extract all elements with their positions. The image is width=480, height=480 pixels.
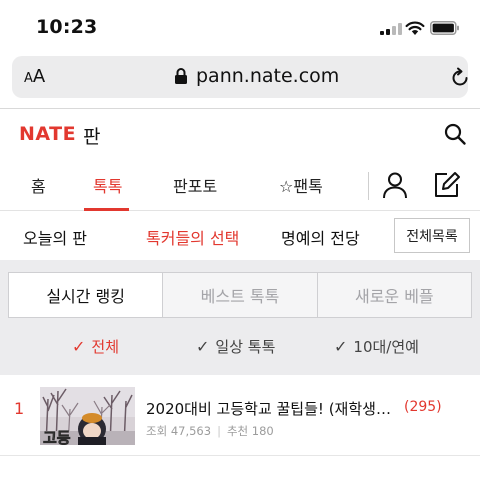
nav-fan-talk[interactable]: ☆팬톡 [279,173,323,197]
recommend-count: 추천 180 [226,424,274,438]
status-time: 10:23 [36,16,98,38]
thumbnail-image: 고등 [40,387,135,445]
meta-separator: | [217,424,221,438]
filter-all[interactable]: ✓ 전체 [72,336,119,357]
text-size-small: A [24,71,33,86]
sub-nav-today[interactable]: 오늘의 판 [23,225,87,249]
post-title[interactable]: 2020대비 고등학교 꿀팁들! (재학생도 필독!!) [146,398,402,419]
nav-pann-photo[interactable]: 판포토 [173,173,217,197]
tab-new-bepple[interactable]: 새로운 베플 [318,273,471,317]
reload-icon[interactable] [449,67,471,89]
person-icon[interactable] [382,171,408,199]
comment-count: (295) [404,399,442,415]
address-bar[interactable]: AA pann.nate.com [12,56,468,98]
filter-daily-toktok[interactable]: ✓ 일상 톡톡 [196,336,275,357]
view-count: 조회 47,563 [146,424,212,438]
url-host[interactable]: pann.nate.com [196,65,339,87]
nav-toktok[interactable]: 톡톡 [93,173,122,197]
ranking-panel: 실시간 랭킹 베스트 톡톡 새로운 베플 ✓ 전체 ✓ 일상 톡톡 ✓ 10대/… [0,260,480,375]
wifi-icon [405,21,425,35]
check-icon: ✓ [72,337,86,356]
search-icon[interactable] [443,122,467,146]
tab-realtime-ranking[interactable]: 실시간 랭킹 [9,273,164,317]
check-icon: ✓ [196,337,210,356]
tab-best-toktok[interactable]: 베스트 톡톡 [163,273,318,317]
post-thumbnail[interactable]: 고등 [40,387,135,445]
ranking-tabs: 실시간 랭킹 베스트 톡톡 새로운 베플 [8,272,472,318]
filter-label: 전체 [91,338,120,356]
edit-icon[interactable] [433,170,461,198]
text-size-button[interactable]: AA [24,66,45,87]
main-nav: 홈 톡톡 판포토 ☆팬톡 [0,159,480,211]
thumbnail-caption: 고등 [43,429,71,445]
status-bar: 10:23 [0,0,480,52]
pann-logo[interactable]: 판 [83,122,100,149]
sub-nav-hall-of-fame[interactable]: 명예의 전당 [281,225,360,249]
site-header: NATE 판 [0,109,480,159]
list-item[interactable]: 1 고등 2020대비 고등학교 꿀팁들! (재학생도 필독!!) (295) … [0,376,480,456]
filter-teens-entertainment[interactable]: ✓ 10대/연예 [334,336,419,357]
text-size-large: A [32,66,46,87]
signal-icon [380,23,402,35]
sub-nav: 오늘의 판 톡커들의 선택 명예의 전당 전체목록 [0,212,480,260]
nav-separator [368,172,369,200]
nav-home[interactable]: 홈 [31,173,46,197]
all-list-button[interactable]: 전체목록 [394,218,470,253]
nav-active-indicator [84,208,129,211]
nate-logo[interactable]: NATE [19,123,76,145]
sub-nav-talkers-choice[interactable]: 톡커들의 선택 [146,225,239,249]
lock-icon [175,68,187,84]
filter-label: 일상 톡톡 [215,338,276,356]
rank-number: 1 [14,399,25,418]
check-icon: ✓ [334,337,348,356]
filter-label: 10대/연예 [353,338,419,356]
post-meta: 조회 47,563 | 추천 180 [146,423,274,439]
battery-icon [430,21,459,35]
